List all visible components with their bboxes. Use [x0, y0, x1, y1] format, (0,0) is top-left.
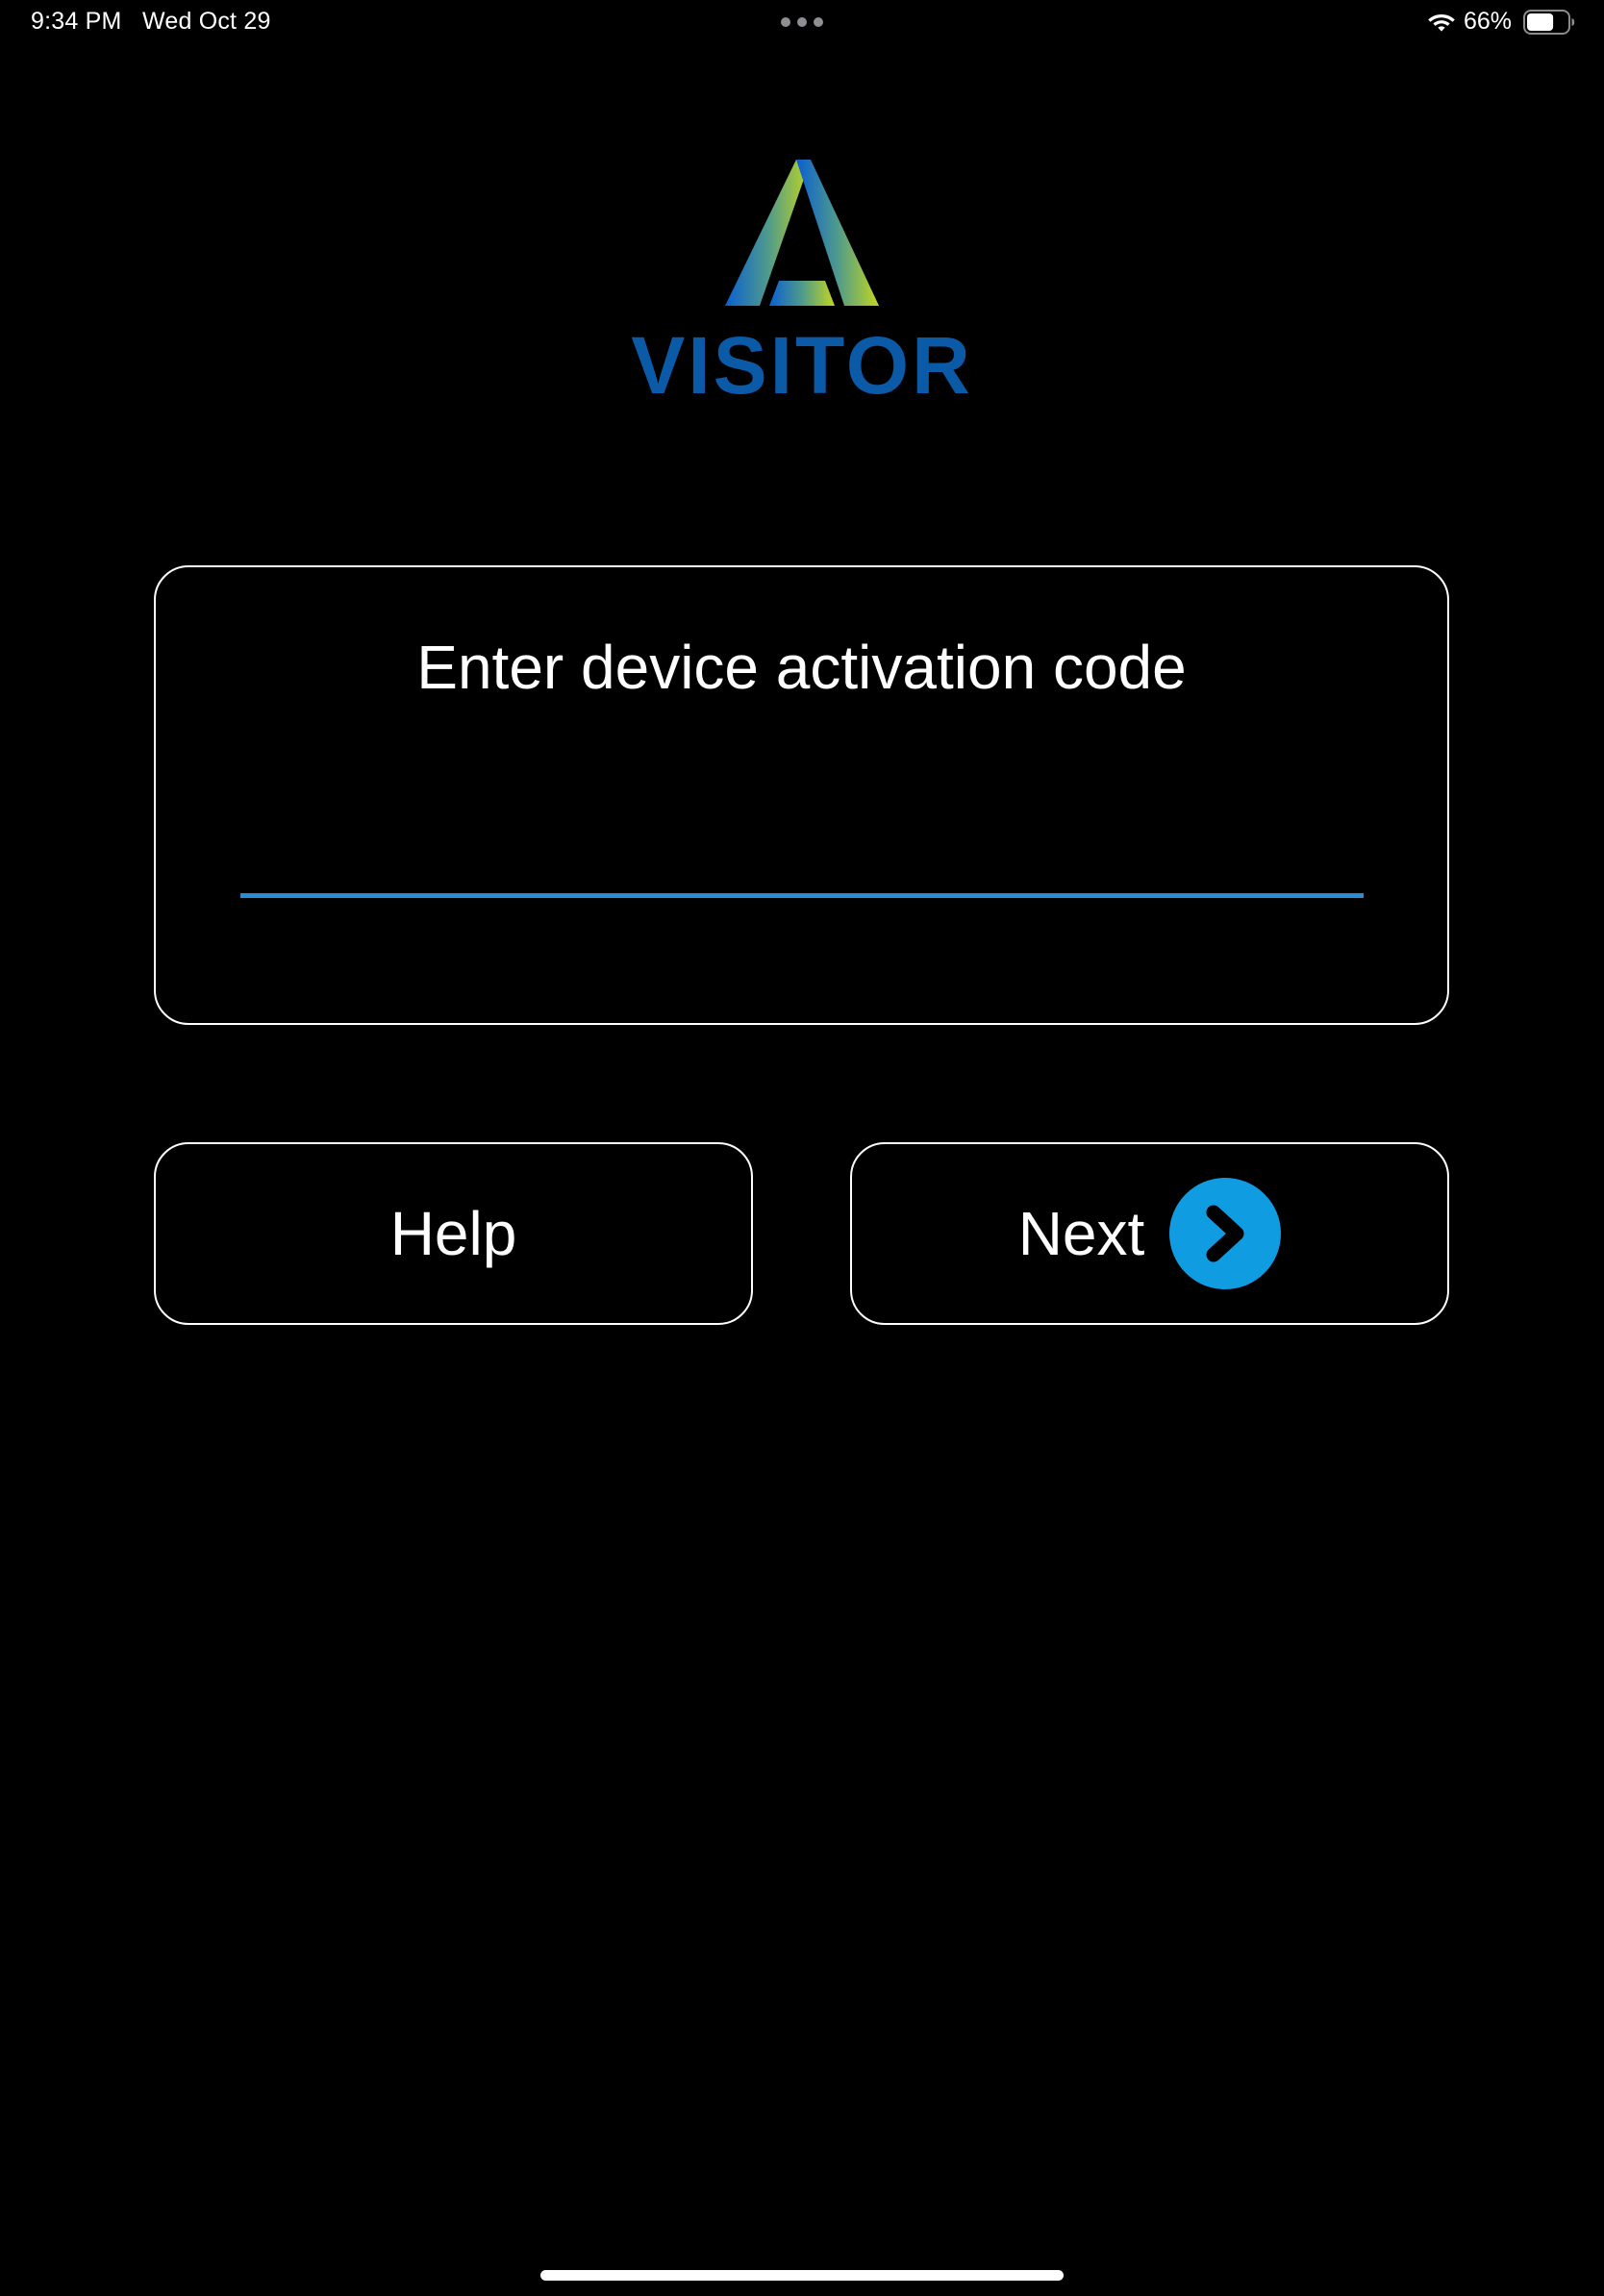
battery-percent: 66% [1464, 8, 1513, 35]
wifi-icon [1428, 14, 1455, 32]
activation-code-input[interactable] [240, 794, 1364, 898]
ellipsis-icon[interactable] [781, 17, 823, 27]
help-button-label: Help [389, 1199, 517, 1268]
a-logo-icon [725, 160, 879, 306]
status-bar: 9:34 PM Wed Oct 29 66% [0, 0, 1604, 46]
help-button[interactable]: Help [154, 1142, 753, 1325]
home-indicator[interactable] [540, 2270, 1064, 2281]
activation-card: Enter device activation code [154, 565, 1449, 1025]
status-date: Wed Oct 29 [142, 8, 271, 35]
chevron-right-circle-icon [1169, 1178, 1282, 1289]
status-time: 9:34 PM [31, 8, 122, 35]
logo-wordmark: VISITOR [631, 320, 973, 411]
next-button[interactable]: Next [850, 1142, 1449, 1325]
next-button-label: Next [1017, 1199, 1145, 1268]
battery-icon [1523, 10, 1575, 35]
activation-title: Enter device activation code [416, 633, 1187, 702]
